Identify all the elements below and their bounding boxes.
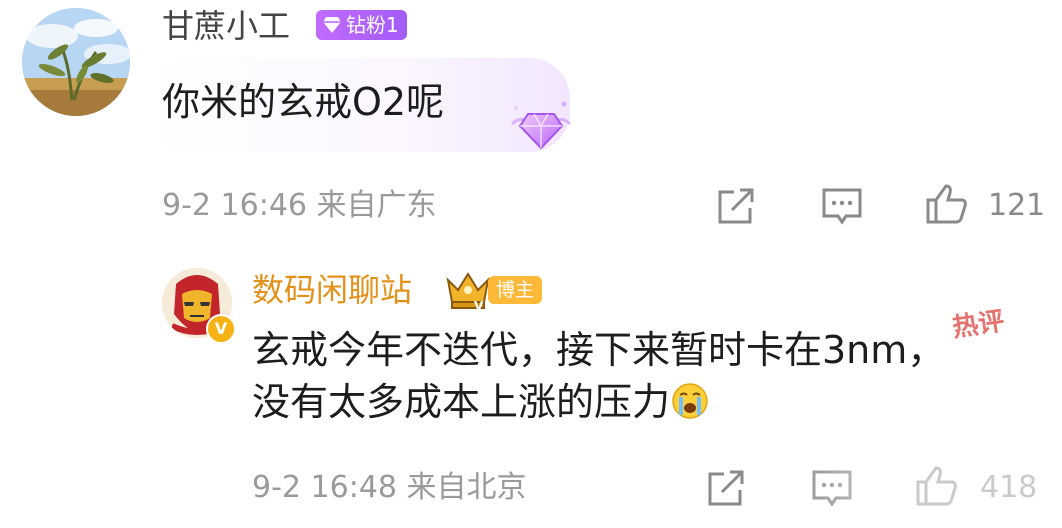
username[interactable]: 甘蔗小工 — [162, 4, 290, 48]
verified-badge-icon: V — [206, 314, 236, 344]
diamond-icon — [323, 17, 341, 33]
reply-meta: 9-2 16:48 来自北京 — [252, 468, 527, 508]
fan-badge-label: 钻粉1 — [346, 13, 399, 37]
share-icon[interactable] — [704, 466, 748, 510]
reply-text-line: 没有太多成本上涨的压力 — [252, 376, 945, 428]
diamond-bubble-decoration-icon — [510, 101, 572, 150]
comment-meta: 9-2 16:46 来自广东 — [162, 186, 437, 226]
comment-location: 来自广东 — [316, 188, 437, 223]
hot-comment-stamp: 热评 — [950, 306, 1007, 344]
reply-text: 玄戒今年不迭代，接下来暂时卡在3nm， 没有太多成本上涨的压力 — [252, 324, 945, 428]
svg-text:V: V — [474, 299, 484, 312]
avatar-plant-image — [22, 8, 130, 116]
host-badge: 博主 — [488, 276, 543, 304]
comment-icon[interactable] — [820, 184, 864, 228]
like-count: 121 — [988, 188, 1046, 223]
reply-location: 来自北京 — [406, 470, 527, 505]
avatar[interactable] — [22, 8, 130, 116]
username[interactable]: 数码闲聊站 — [252, 268, 412, 312]
reply-text-line2: 没有太多成本上涨的压力 — [252, 380, 671, 424]
fan-badge[interactable]: 钻粉1 — [316, 10, 407, 40]
comment-time: 9-2 16:46 — [162, 188, 307, 223]
watermark-overlay — [780, 460, 1062, 528]
reply-text-line: 玄戒今年不迭代，接下来暂时卡在3nm， — [252, 328, 946, 372]
comment-text: 你米的玄戒O2呢 — [162, 80, 445, 124]
reply-time: 9-2 16:48 — [252, 470, 397, 505]
crown-icon: V — [446, 272, 490, 312]
share-icon[interactable] — [714, 184, 758, 228]
crying-emoji-icon — [672, 382, 708, 419]
thumbs-up-icon[interactable] — [924, 182, 968, 226]
